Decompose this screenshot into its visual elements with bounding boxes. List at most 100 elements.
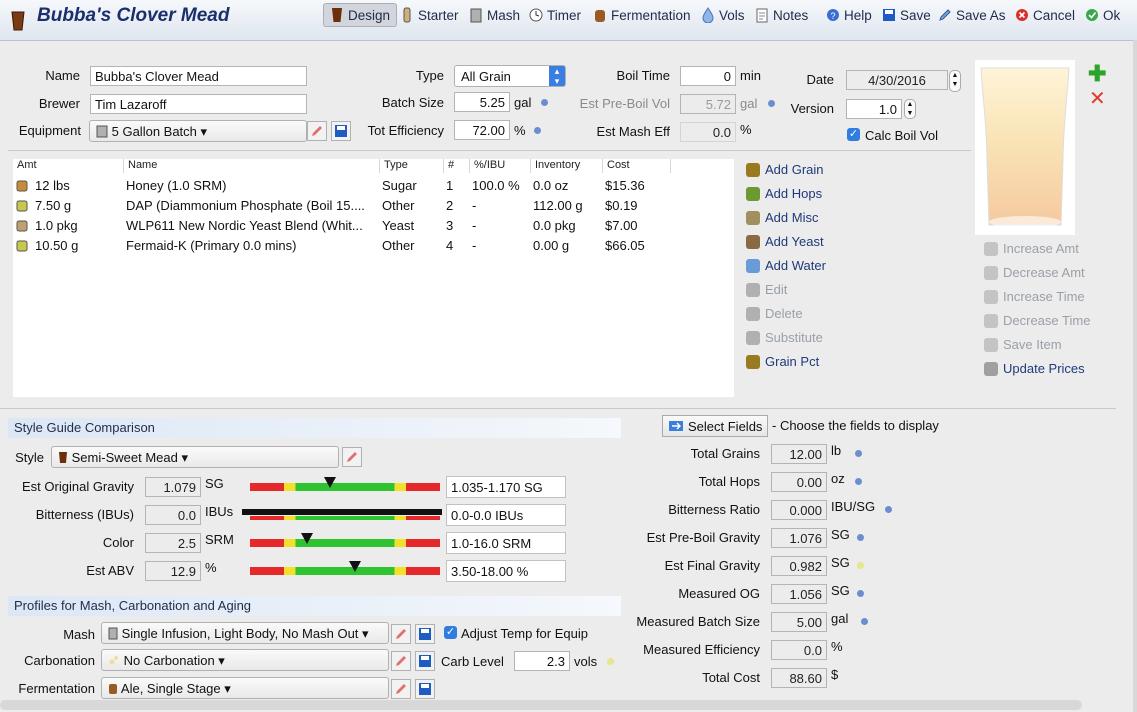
- save-mash-button[interactable]: [415, 624, 435, 644]
- mash-profile-select[interactable]: Single Infusion, Light Body, No Mash Out…: [101, 622, 389, 644]
- add-misc-button[interactable]: Add Misc: [746, 210, 818, 225]
- column-header[interactable]: Cost: [603, 159, 671, 173]
- edit-carbonation-button[interactable]: [391, 651, 411, 671]
- tot-efficiency-field[interactable]: 72.00: [454, 120, 510, 140]
- save-equipment-button[interactable]: [331, 121, 351, 141]
- field-label: Total Cost: [702, 670, 760, 685]
- carb-level-field[interactable]: 2.3: [514, 651, 570, 671]
- delete-button: Delete: [746, 306, 803, 321]
- remove-icon[interactable]: ✕: [1089, 89, 1106, 109]
- action-label: Add Misc: [765, 210, 819, 225]
- fermentation-select[interactable]: Ale, Single Stage ▾: [101, 677, 389, 699]
- substitute-button: Substitute: [746, 330, 823, 345]
- increase-amt-button: Increase Amt: [984, 241, 1079, 256]
- field-unit: IBU/SG: [831, 499, 876, 514]
- ingredient-type-icon: [16, 220, 28, 232]
- style-metric-unit: %: [205, 560, 217, 575]
- field-unit: %: [831, 639, 843, 654]
- style-metric-label: Est ABV: [86, 563, 134, 578]
- style-select[interactable]: Semi-Sweet Mead ▾: [51, 446, 339, 468]
- table-row[interactable]: 12 lbs Honey (1.0 SRM) Sugar 1 100.0 % 0.0 oz…: [13, 177, 734, 197]
- cancel-icon: [1016, 9, 1028, 21]
- edit-mash-button[interactable]: [391, 624, 411, 644]
- carbonation-select[interactable]: No Carbonation ▾: [101, 649, 389, 671]
- type-select[interactable]: All Grain ▴ ▾: [454, 65, 566, 87]
- select-fields-button[interactable]: Select Fields: [662, 415, 769, 437]
- horizontal-scrollbar[interactable]: [0, 700, 1082, 710]
- adjust-temp-checkbox[interactable]: ✓: [444, 626, 457, 639]
- brewer-field[interactable]: Tim Lazaroff: [90, 94, 307, 114]
- style-range-bar: [250, 539, 440, 547]
- ok-button[interactable]: Ok: [1085, 4, 1120, 26]
- help-button[interactable]: ? Help: [826, 4, 872, 26]
- grain-pct-button[interactable]: Grain Pct: [746, 354, 819, 369]
- edit-equipment-button[interactable]: [307, 121, 327, 141]
- table-row[interactable]: 10.50 g Fermaid-K (Primary 0.0 mins) Other…: [13, 237, 734, 257]
- tab-timer[interactable]: Timer: [529, 4, 581, 26]
- status-dot: [855, 450, 862, 457]
- save-fermentation-button[interactable]: [415, 679, 435, 699]
- action-icon: [746, 354, 760, 369]
- style-metric-label: Est Original Gravity: [22, 479, 134, 494]
- cancel-button[interactable]: Cancel: [1015, 4, 1075, 26]
- table-row[interactable]: 7.50 g DAP (Diammonium Phosphate (Boil 15…: [13, 197, 734, 217]
- tab-design[interactable]: Design: [323, 3, 398, 27]
- style-range-text: 0.0-0.0 IBUs: [446, 504, 566, 526]
- table-cell: Honey (1.0 SRM): [126, 178, 227, 193]
- column-header[interactable]: Type: [380, 159, 444, 173]
- column-header[interactable]: #: [444, 159, 470, 173]
- save-carbonation-button[interactable]: [415, 651, 435, 671]
- style-value-marker: [301, 533, 313, 544]
- table-row[interactable]: 1.0 pkg WLP611 New Nordic Yeast Blend (Wh…: [13, 217, 734, 237]
- floppy-disk-icon: [419, 655, 431, 667]
- field-value: 0.982: [771, 556, 827, 576]
- equipment-select[interactable]: 5 Gallon Batch ▾: [89, 120, 307, 142]
- select-stepper-icon: ▴ ▾: [549, 66, 565, 86]
- style-metric-label: Bitterness (IBUs): [35, 507, 134, 522]
- date-field[interactable]: 4/30/2016: [846, 70, 948, 90]
- decrease-amt-button: Decrease Amt: [984, 265, 1085, 280]
- add-water-button[interactable]: Add Water: [746, 258, 826, 273]
- action-icon: [984, 337, 998, 352]
- table-cell: WLP611 New Nordic Yeast Blend (Whit...: [126, 218, 363, 233]
- action-label: Save Item: [1003, 337, 1062, 352]
- save-button[interactable]: Save: [882, 4, 931, 26]
- add-grain-button[interactable]: Add Grain: [746, 162, 824, 177]
- tot-efficiency-unit: %: [514, 123, 526, 138]
- column-header[interactable]: Amt: [13, 159, 124, 173]
- column-header[interactable]: Name: [124, 159, 380, 173]
- batch-size-field[interactable]: 5.25: [454, 92, 510, 112]
- status-dot: [885, 506, 892, 513]
- name-field[interactable]: Bubba's Clover Mead: [90, 66, 307, 86]
- fermenter-icon: [109, 684, 117, 694]
- save-as-button[interactable]: Save As: [938, 4, 1006, 26]
- table-cell: 4: [446, 238, 454, 253]
- field-value: 5.00: [771, 612, 827, 632]
- tab-mash[interactable]: Mash: [469, 4, 520, 26]
- style-metric-unit: SRM: [205, 532, 234, 547]
- boil-time-field[interactable]: 0: [680, 66, 736, 86]
- column-header[interactable]: %/IBU: [470, 159, 531, 173]
- calc-boil-vol-checkbox[interactable]: ✓: [847, 128, 860, 141]
- column-header[interactable]: Inventory: [531, 159, 603, 173]
- version-stepper[interactable]: ▲ ▼: [904, 99, 916, 119]
- tab-notes[interactable]: Notes: [755, 4, 808, 26]
- add-icon[interactable]: ✚: [1088, 63, 1106, 85]
- floppy-disk-icon: [335, 125, 347, 137]
- style-metric-unit: IBUs: [205, 504, 234, 519]
- date-stepper[interactable]: ▲ ▼: [949, 70, 961, 92]
- calc-boil-vol-label: Calc Boil Vol: [865, 128, 938, 143]
- status-dot: [857, 534, 864, 541]
- field-unit: SG: [831, 583, 850, 598]
- tab-vols[interactable]: Vols: [701, 4, 745, 26]
- tab-fermentation[interactable]: Fermentation: [593, 4, 691, 26]
- style-metric-label: Color: [102, 535, 134, 550]
- tab-starter[interactable]: Starter: [400, 4, 459, 26]
- update-prices-button[interactable]: Update Prices: [984, 361, 1085, 376]
- brewer-label: Brewer: [38, 96, 80, 111]
- add-yeast-button[interactable]: Add Yeast: [746, 234, 824, 249]
- edit-style-button[interactable]: [342, 447, 362, 467]
- add-hops-button[interactable]: Add Hops: [746, 186, 822, 201]
- edit-fermentation-button[interactable]: [391, 679, 411, 699]
- version-field[interactable]: 1.0: [846, 99, 902, 119]
